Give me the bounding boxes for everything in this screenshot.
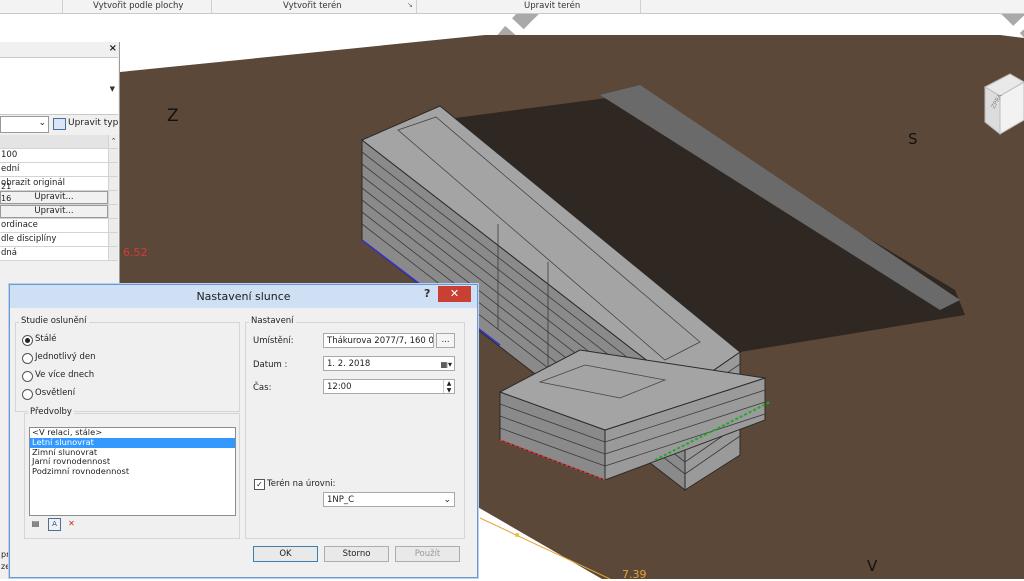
edit-button[interactable]: Upravit... [0, 191, 108, 204]
property-row[interactable]: Upravit... [0, 205, 118, 219]
scrollbar-track[interactable] [108, 233, 118, 246]
ribbon-create-terrain[interactable]: Vytvořit terén [283, 1, 342, 11]
calendar-icon[interactable]: ▦▾ [440, 357, 452, 370]
scrollbar-track[interactable] [108, 149, 118, 162]
location-field[interactable]: Thákurova 2077/7, 160 00 Pr [323, 333, 434, 348]
help-icon[interactable]: ? [424, 287, 430, 300]
chevron-down-icon[interactable]: ▼ [110, 85, 115, 93]
edit-type-button[interactable]: Upravit typ [51, 116, 119, 132]
ribbon-panel-bar: Vytvořit podle plochy Vytvořit terén ↘ U… [0, 0, 1024, 14]
scrollbar-track[interactable] [108, 247, 118, 260]
ribbon-separator [640, 0, 641, 13]
property-row[interactable]: Upravit... [0, 191, 118, 205]
scrollbar-track[interactable] [108, 163, 118, 176]
time-field[interactable]: 12:00 ▲ ▼ [323, 379, 455, 394]
chevron-down-icon[interactable]: ⌄ [38, 118, 46, 128]
properties-header-row: ⌃ [0, 135, 118, 149]
dialog-titlebar[interactable]: Nastavení slunce ? ✕ [10, 285, 477, 308]
time-spinner-icon[interactable]: ▲ ▼ [443, 380, 454, 393]
close-button[interactable]: ✕ [438, 286, 471, 302]
scrollbar-track[interactable] [108, 177, 118, 190]
level-dropdown[interactable]: 1NP_C ⌄ [323, 492, 455, 507]
compass-s-label: S [908, 130, 918, 148]
scrollbar-track[interactable] [108, 205, 118, 218]
properties-grid: ⌃ 100 ední obrazit originál Upravit... U… [0, 135, 118, 261]
radio-button[interactable] [22, 389, 33, 400]
edit-button[interactable]: Upravit... [0, 205, 108, 218]
radio-button[interactable] [22, 371, 33, 382]
close-icon[interactable]: × [109, 43, 117, 54]
dialog-title: Nastavení slunce [196, 290, 291, 303]
radio-button[interactable] [22, 353, 33, 364]
duplicate-icon[interactable]: ▤ [30, 518, 41, 529]
type-selector[interactable]: ▼ [0, 57, 118, 115]
rename-icon[interactable]: A [48, 518, 61, 531]
list-item[interactable]: Podzimní rovnodennost [30, 466, 235, 477]
property-row[interactable]: ední [0, 163, 118, 177]
dimension-label: 7.39 [622, 568, 647, 581]
compass-z-label: Z [167, 106, 179, 126]
property-row[interactable]: dle disciplíny [0, 233, 118, 247]
ok-button[interactable]: OK [253, 546, 318, 562]
radio-button[interactable] [22, 335, 33, 346]
solar-study-group: Studie oslunění Stálé Jednotlivý den Ve … [15, 316, 240, 412]
instance-filter-dropdown[interactable]: ⌄ [0, 116, 49, 133]
elevation-label: 6.52 [123, 246, 148, 259]
group-title: Předvolby [28, 407, 74, 417]
date-label: Datum : [253, 360, 288, 370]
time-label: Čas: [253, 383, 272, 393]
property-row[interactable]: obrazit originál [0, 177, 118, 191]
property-row[interactable]: ordinace [0, 219, 118, 233]
terrain-label: Terén na úrovni: [267, 479, 336, 489]
ribbon-launcher-icon[interactable]: ↘ [407, 1, 413, 9]
property-row[interactable]: 100 [0, 149, 118, 163]
compass-v-label: V [867, 557, 878, 575]
date-field[interactable]: 1. 2. 2018 ▦▾ [323, 356, 455, 371]
apply-button[interactable]: Použít [395, 546, 460, 562]
presets-list[interactable]: <V relaci, stále> Letní slunovrat Zimní … [29, 427, 236, 516]
location-label: Umístění: [253, 336, 294, 346]
sun-settings-dialog: Nastavení slunce ? ✕ Studie oslunění Stá… [9, 284, 478, 578]
group-title: Studie oslunění [19, 316, 89, 326]
scrollbar-track[interactable] [108, 191, 118, 204]
ribbon-create-by-area[interactable]: Vytvořit podle plochy [93, 1, 183, 11]
dimension-point [515, 533, 519, 537]
cancel-button[interactable]: Storno [324, 546, 389, 562]
browse-location-button[interactable]: ... [436, 333, 455, 348]
edit-type-icon [53, 118, 66, 130]
ribbon-separator [211, 0, 212, 13]
presets-group: Předvolby <V relaci, stále> Letní slunov… [24, 407, 240, 539]
ribbon-edit-terrain[interactable]: Upravit terén [524, 1, 580, 11]
collapse-icon[interactable]: ⌃ [108, 135, 118, 148]
property-row[interactable]: dná [0, 247, 118, 261]
settings-group: Nastavení Umístění: Thákurova 2077/7, 16… [245, 316, 465, 539]
chevron-down-icon[interactable]: ⌄ [443, 493, 451, 506]
terrain-checkbox[interactable]: ✓ [254, 479, 265, 490]
ribbon-separator [62, 0, 63, 13]
ribbon-separator [416, 0, 417, 13]
group-title: Nastavení [249, 316, 296, 326]
scrollbar-track[interactable] [108, 219, 118, 232]
delete-icon[interactable]: ✕ [66, 518, 77, 529]
